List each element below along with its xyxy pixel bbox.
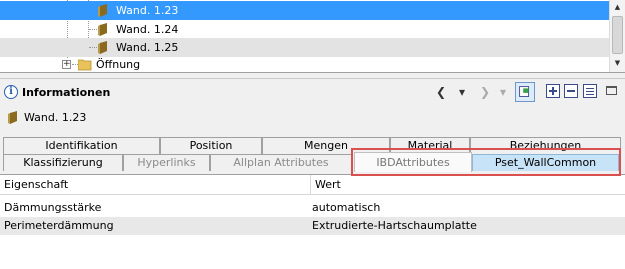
property-name: Perimeterdämmung [4,219,114,232]
column-header-eigenschaft[interactable]: Eigenschaft [0,175,310,195]
element-row: Wand. 1.23 [0,107,625,127]
collapse-all-icon[interactable] [564,84,578,98]
element-name: Wand. 1.23 [24,111,87,124]
tree-connector [89,29,97,30]
property-table: Eigenschaft Wert Dämmungsstärke automati… [0,174,625,269]
table-row[interactable]: Perimeterdämmung Extrudierte-Hartschaump… [0,217,625,235]
panel-menu-icon[interactable] [606,86,617,95]
tree-item-wand-1-25[interactable]: Wand. 1.25 [0,38,609,57]
property-value[interactable]: Extrudierte-Hartschaumplatte [308,217,625,235]
pin-panel-button[interactable] [515,82,535,102]
folder-icon [78,59,92,71]
tree-scrollbar[interactable]: ▲ ▼ [609,0,625,72]
expand-all-icon[interactable] [546,84,560,98]
wall-icon [98,4,107,17]
forward-icon[interactable]: ❯ [478,83,492,101]
scroll-up-icon[interactable]: ▲ [610,0,625,15]
tree-item-wand-1-24[interactable]: Wand. 1.24 [0,20,609,39]
property-value[interactable]: automatisch [308,199,625,217]
tree-panel: Wand. 1.23 Wand. 1.24 Wand. 1.25 + Öffnu… [0,0,625,73]
info-header: i Informationen ❮ ▾ ❯ ▾ [0,79,625,105]
table-row[interactable]: Dämmungsstärke automatisch [0,199,625,217]
scroll-thumb[interactable] [612,16,623,54]
info-panel: i Informationen ❮ ▾ ❯ ▾ Wand. 1.23 Ident… [0,78,625,269]
tree-item-wand-1-23[interactable]: Wand. 1.23 [0,1,609,20]
tab-ibdattributes[interactable]: IBDAttributes [354,152,472,172]
forward-dropdown-icon[interactable]: ▾ [497,83,509,101]
column-header-wert[interactable]: Wert [311,175,625,195]
expand-icon[interactable]: + [62,60,71,69]
scroll-down-icon[interactable]: ▼ [610,56,625,71]
tab-position[interactable]: Position [160,137,262,154]
wall-icon [98,41,107,54]
list-view-icon[interactable] [583,84,597,98]
tree-item-label: Wand. 1.23 [116,4,179,17]
tree-item-label: Wand. 1.25 [116,41,179,54]
tab-klassifizierung[interactable]: Klassifizierung [3,154,123,171]
wall-icon [8,111,17,124]
wall-icon [98,23,107,36]
tree-item-label: Wand. 1.24 [116,23,179,36]
panel-title: Informationen [22,86,111,99]
tab-allplan-attributes[interactable]: Allplan Attributes [210,154,352,171]
tree-item-oeffnung[interactable]: + Öffnung [0,56,609,73]
property-name: Dämmungsstärke [4,201,102,214]
tree-connector [89,47,97,48]
tree-item-label: Öffnung [96,58,141,71]
pin-icon [519,86,530,97]
tab-hyperlinks[interactable]: Hyperlinks [123,154,210,171]
tab-beziehungen[interactable]: Beziehungen [470,137,621,154]
back-icon[interactable]: ❮ [434,83,448,101]
back-dropdown-icon[interactable]: ▾ [456,83,468,101]
info-icon: i [4,85,18,99]
tab-pset-wallcommon[interactable]: Pset_WallCommon [472,154,619,171]
tab-identifikation[interactable]: Identifikation [3,137,160,154]
